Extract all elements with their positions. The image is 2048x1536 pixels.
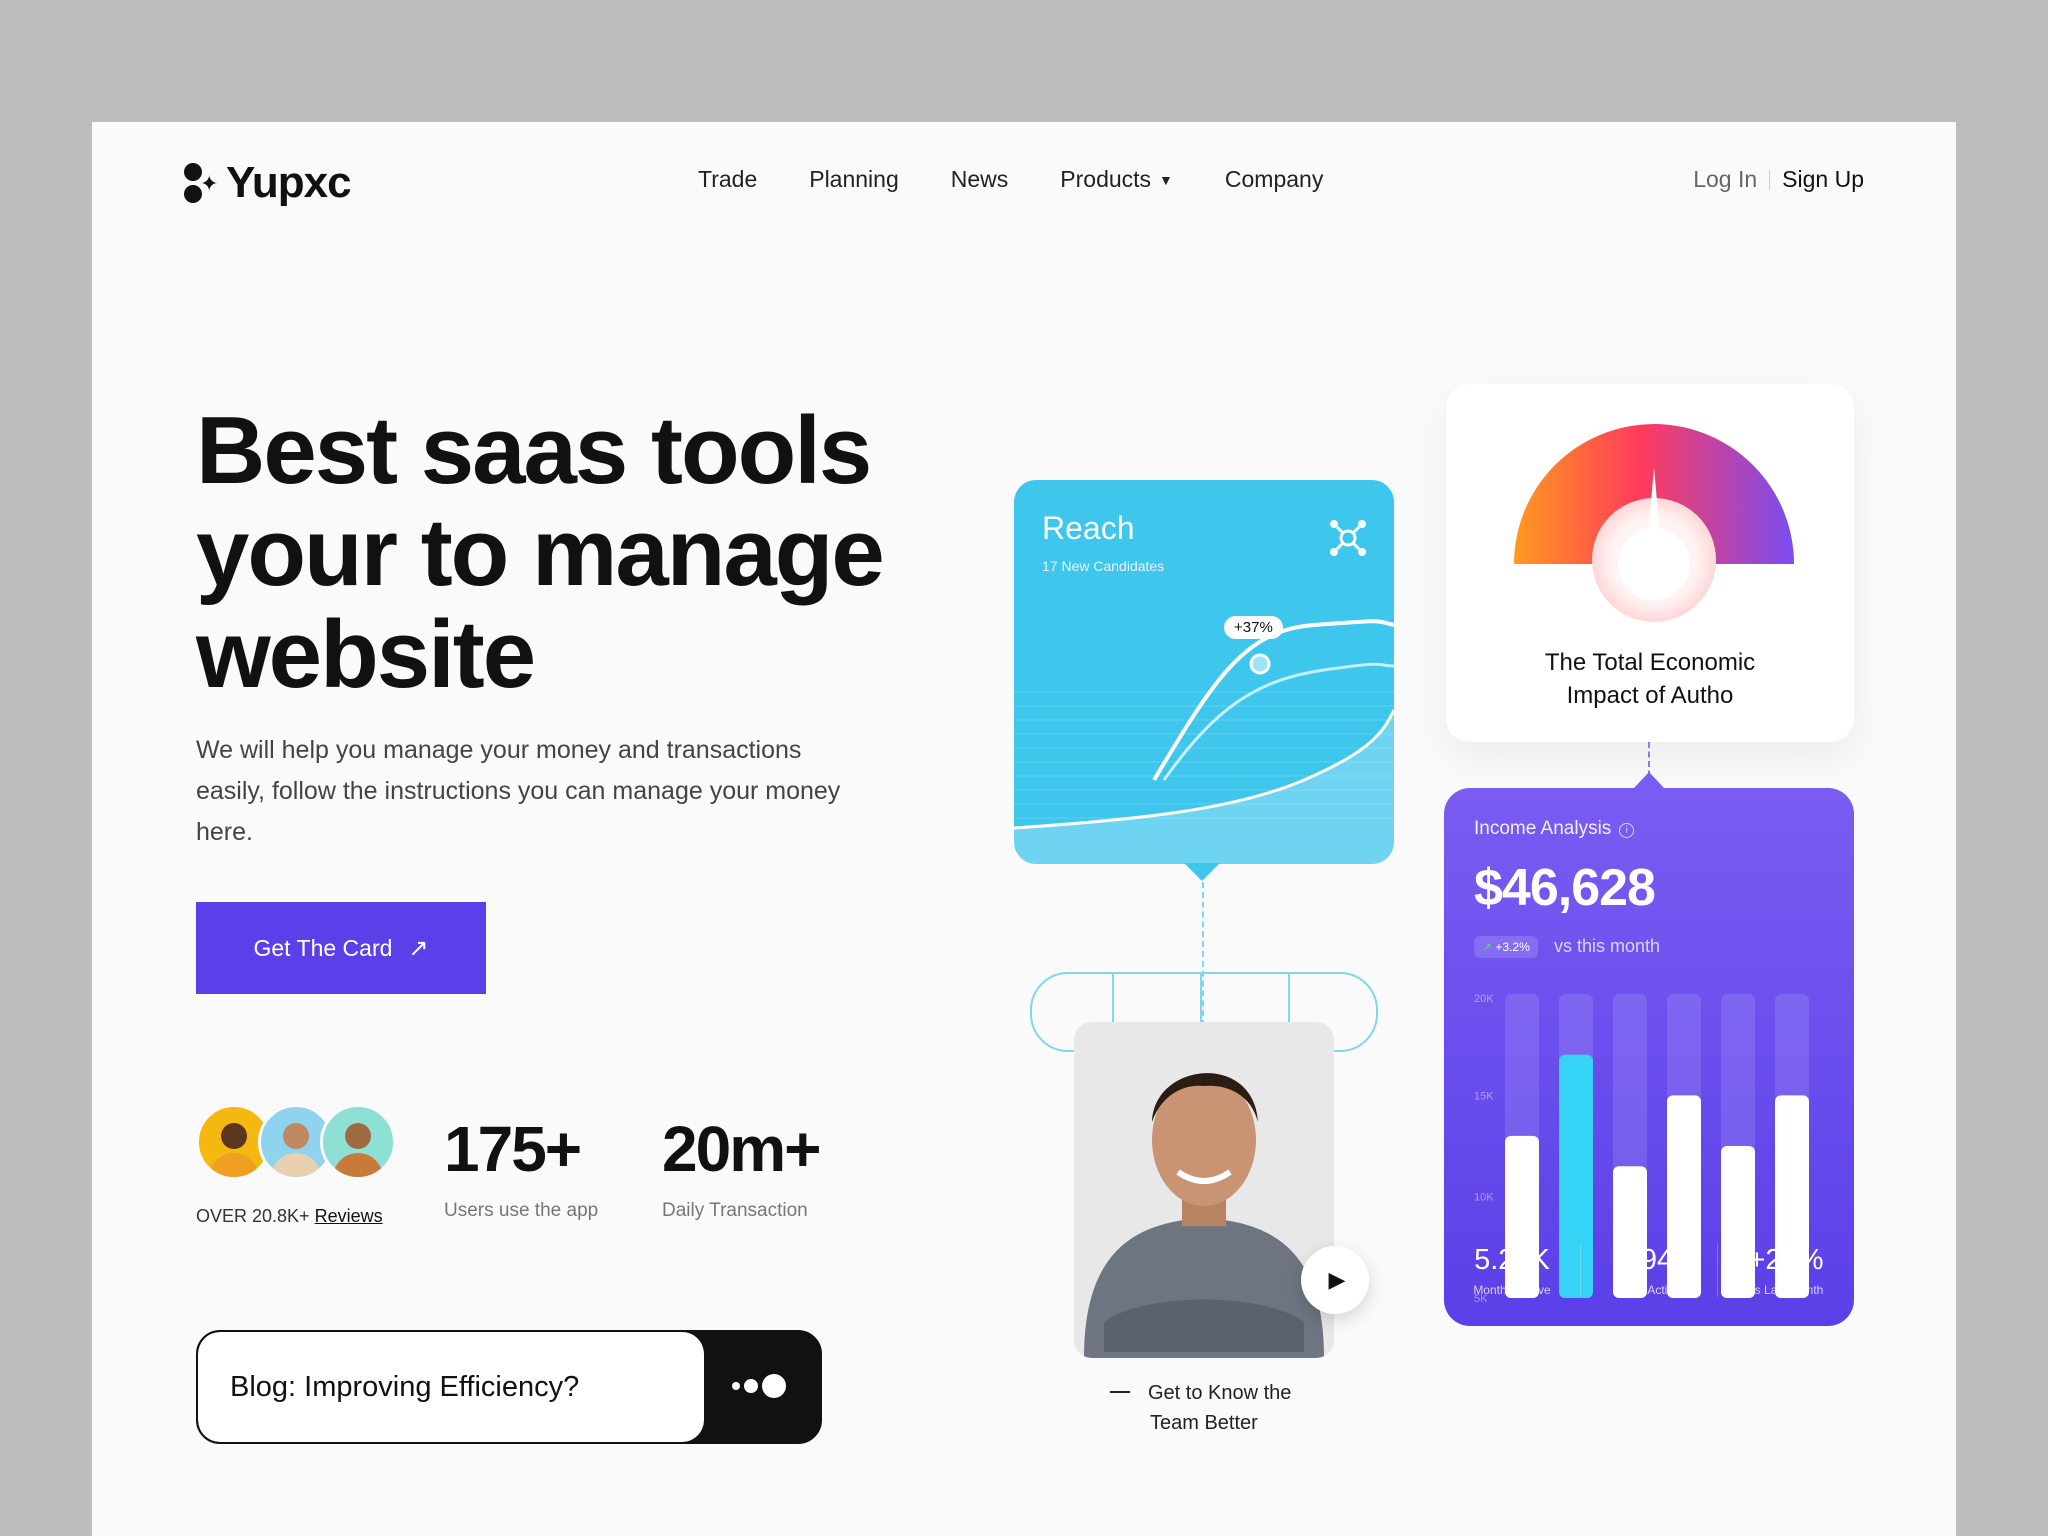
transactions-label: Daily Transaction: [662, 1200, 808, 1221]
divider: [1769, 169, 1771, 190]
reach-card: Reach 17 New Candidates +37%: [1014, 480, 1394, 864]
users-value: 175+: [444, 1113, 582, 1185]
gauge-title: The Total Economic Impact of Autho: [1446, 646, 1854, 712]
transactions-value: 20m+: [662, 1113, 821, 1185]
team-caption[interactable]: Get to Know the Team Better: [1110, 1378, 1291, 1438]
hero-title-line: website: [196, 601, 536, 708]
gauge-title-line: The Total Economic: [1544, 649, 1756, 676]
stat-vs-last-month: +24% vs Last Month: [1718, 1244, 1854, 1297]
stat-monthly-active: 5.24K Monthly Active: [1444, 1244, 1581, 1297]
income-stats: 5.24K Monthly Active 194 Daily Active +2…: [1444, 1244, 1854, 1297]
growth-badge: +37%: [1224, 616, 1283, 639]
caret-down-icon: ▼: [1159, 172, 1173, 188]
nav-item-planning[interactable]: Planning: [809, 166, 899, 193]
reach-pointer: [1184, 863, 1220, 881]
landing-page: ✦ Yupxc Trade Planning News Products ▼ Co…: [92, 122, 1956, 1536]
nav-item-company[interactable]: Company: [1225, 166, 1323, 193]
play-icon: ▶: [1328, 1267, 1346, 1292]
play-button[interactable]: ▶: [1301, 1246, 1369, 1314]
y-tick-label: 15K: [1474, 1090, 1494, 1102]
team-photo: [1074, 1022, 1334, 1358]
reviews-link[interactable]: Reviews: [315, 1206, 383, 1226]
logo-icon: ✦: [182, 161, 218, 205]
dash-icon: [1110, 1391, 1130, 1393]
dots-arrow-icon: [732, 1374, 786, 1398]
reviews-text: OVER 20.8K+ Reviews: [196, 1206, 383, 1227]
stat-label: Daily Active: [1617, 1283, 1681, 1297]
hero-title-line: your to manage: [196, 499, 885, 606]
hero-description: We will help you manage your money and t…: [196, 736, 841, 846]
hero-title-line: Best saas tools: [196, 397, 872, 504]
review-avatars: [196, 1104, 396, 1180]
login-link[interactable]: Log In: [1693, 166, 1757, 193]
stat-label: Monthly Active: [1473, 1283, 1551, 1297]
x-tick-label: Apr: [1675, 1325, 1694, 1326]
users-label: Users use the app: [444, 1200, 599, 1221]
brand-logo[interactable]: ✦ Yupxc: [182, 158, 352, 208]
stat-value: 194: [1624, 1244, 1674, 1276]
arrow-up-right-icon: ↗: [408, 934, 429, 962]
stat-value: +24%: [1748, 1244, 1824, 1276]
reviews-prefix: OVER 20.8K+: [196, 1206, 315, 1226]
signup-link[interactable]: Sign Up: [1782, 166, 1864, 193]
stat-value: 5.24K: [1474, 1244, 1550, 1276]
get-card-label: Get The Card: [253, 934, 393, 961]
team-line1: Get to Know the: [1148, 1382, 1292, 1404]
stat-daily-active: 194 Daily Active: [1581, 1244, 1718, 1297]
main-nav: Trade Planning News Products ▼ Company: [698, 166, 1323, 193]
x-tick-label: Jan: [1512, 1325, 1531, 1326]
team-line2: Team Better: [1150, 1412, 1258, 1434]
x-tick-label: May: [1727, 1325, 1750, 1326]
nav-item-news[interactable]: News: [951, 166, 1009, 193]
nav-item-products[interactable]: Products ▼: [1060, 166, 1173, 193]
x-tick-label: Mar: [1620, 1325, 1641, 1326]
hero-title: Best saas tools your to manage website: [196, 400, 956, 706]
y-tick-label: 10K: [1474, 1192, 1494, 1204]
y-tick-label: 20K: [1474, 993, 1494, 1005]
network-icon: [1330, 520, 1366, 556]
transactions-stat: 20m+ Daily Transaction: [662, 1112, 821, 1222]
income-pointer: [1634, 772, 1664, 788]
gauge-title-line: Impact of Autho: [1566, 682, 1734, 709]
reach-subtitle: 17 New Candidates: [1042, 558, 1165, 574]
blog-link[interactable]: Blog: Improving Efficiency?: [196, 1330, 822, 1444]
auth-links: Log In Sign Up: [1693, 166, 1864, 193]
stat-label: vs Last Month: [1748, 1283, 1824, 1297]
gauge-chart: [1514, 424, 1794, 622]
nav-item-trade[interactable]: Trade: [698, 166, 757, 193]
users-stat: 175+ Users use the app: [444, 1112, 598, 1222]
nav-item-products-label: Products: [1060, 166, 1152, 192]
person-image: [1084, 1073, 1324, 1358]
income-analysis-card: Income Analysis i $46,628 ↗ +3.2% vs this…: [1444, 788, 1854, 1326]
get-card-button[interactable]: Get The Card ↗: [196, 902, 486, 994]
x-tick-label: Feb: [1566, 1325, 1587, 1326]
x-tick-label: Jun: [1782, 1325, 1801, 1326]
economic-impact-card: The Total Economic Impact of Autho: [1446, 384, 1854, 742]
reach-title: Reach: [1042, 510, 1135, 546]
brand-name: Yupxc: [226, 158, 352, 207]
blog-label: Blog: Improving Efficiency?: [198, 1332, 704, 1442]
avatar: [320, 1104, 396, 1180]
